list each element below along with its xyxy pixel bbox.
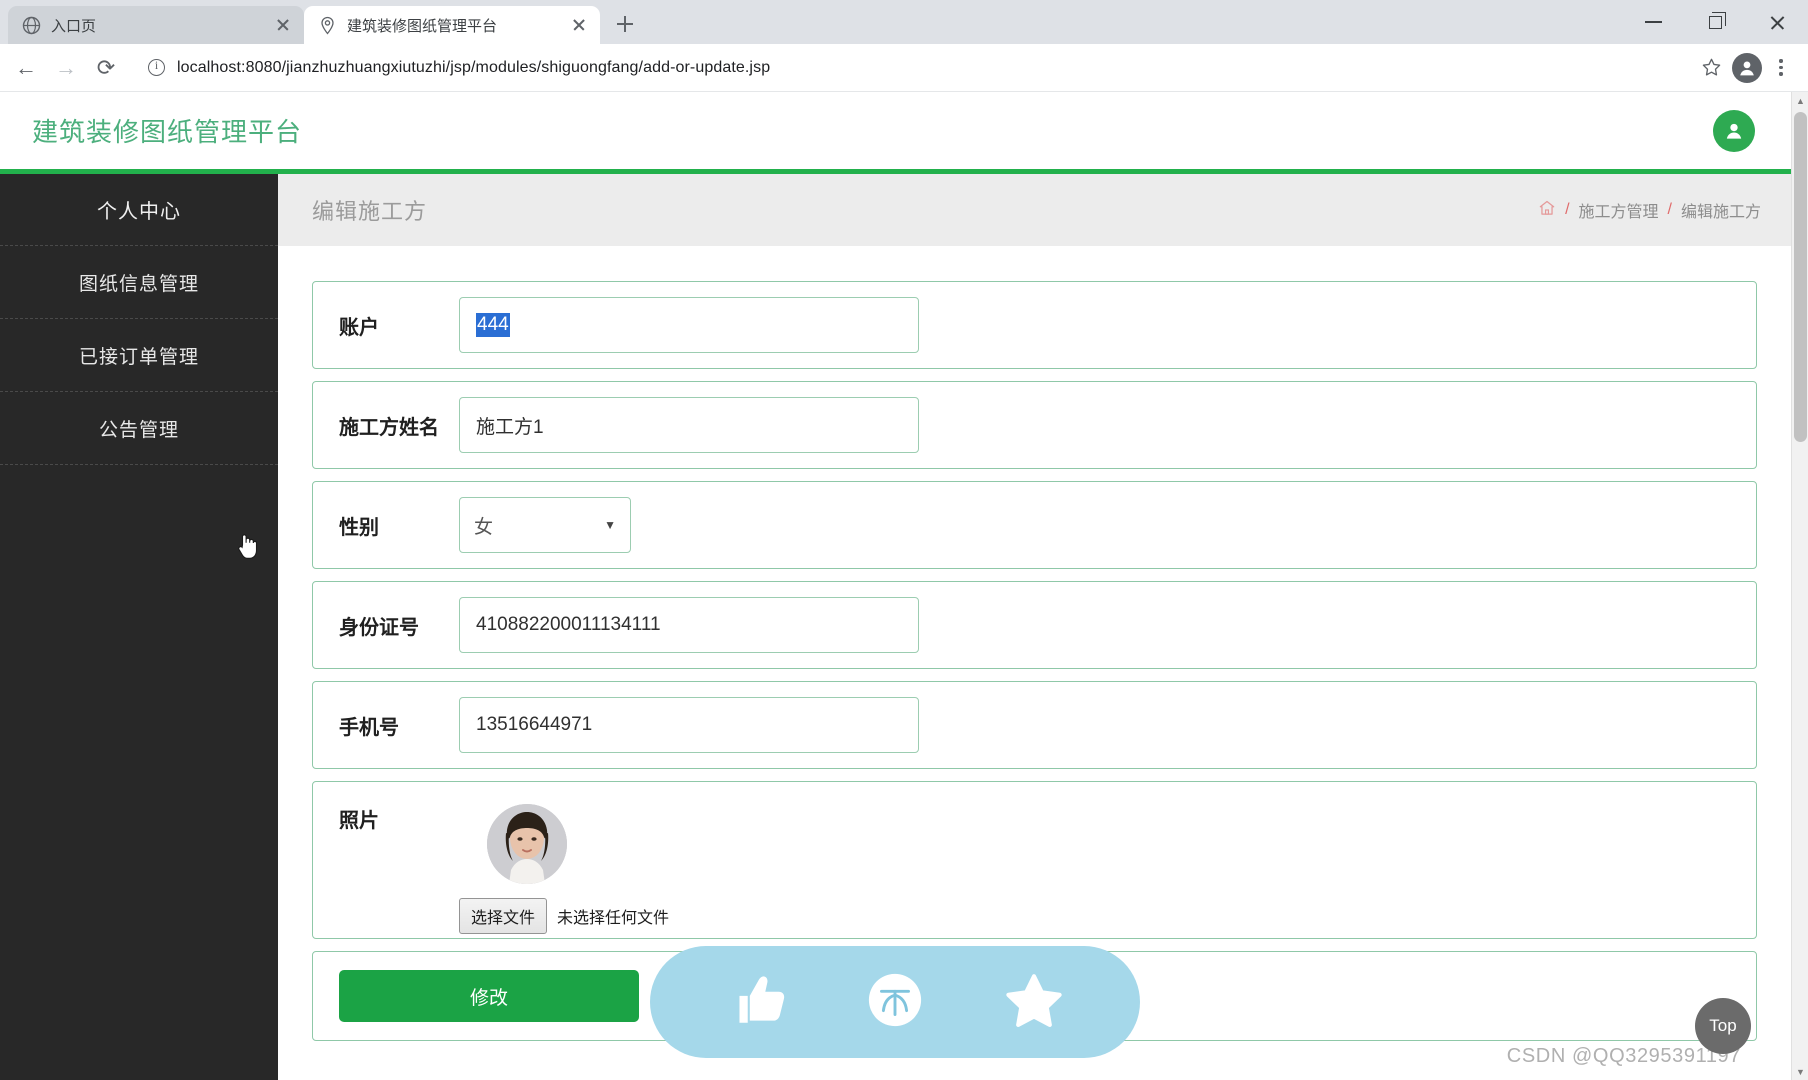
form-row-account: 账户 444: [312, 281, 1757, 369]
main-content: 编辑施工方 / 施工方管理 / 编辑施工方 账户 444 施工方姓名 施工方1 …: [278, 174, 1791, 1080]
sidebar-item-orders[interactable]: 已接订单管理: [0, 319, 278, 392]
account-input[interactable]: 444: [459, 297, 919, 353]
mouse-cursor-icon: [236, 532, 258, 560]
browser-menu-button[interactable]: [1766, 51, 1796, 85]
browser-tab-2[interactable]: 建筑装修图纸管理平台: [304, 6, 600, 44]
maximize-button[interactable]: [1684, 0, 1746, 44]
form-row-photo: 照片 选择文件 未选择任何文件: [312, 781, 1757, 939]
sidebar-item-drawings[interactable]: 图纸信息管理: [0, 246, 278, 319]
address-bar[interactable]: localhost:8080/jianzhuzhuangxiutuzhi/jsp…: [134, 50, 1684, 85]
reload-button[interactable]: ⟳: [88, 50, 124, 86]
sidebar: 个人中心 图纸信息管理 已接订单管理 公告管理: [0, 174, 278, 1080]
body-wrapper: 个人中心 图纸信息管理 已接订单管理 公告管理 编辑施工方 / 施工方管理 / …: [0, 174, 1791, 1080]
globe-icon: [22, 16, 41, 35]
window-controls: [1622, 0, 1808, 44]
star-icon[interactable]: [1003, 969, 1065, 1036]
url-text: localhost:8080/jianzhuzhuangxiutuzhi/jsp…: [177, 58, 771, 76]
thumbs-up-icon[interactable]: [725, 969, 787, 1036]
portrait-photo[interactable]: [487, 804, 567, 884]
scrollbar-thumb[interactable]: [1794, 112, 1807, 442]
page-viewport: 建筑装修图纸管理平台 个人中心 图纸信息管理 已接订单管理 公告管理 编辑施工方…: [0, 92, 1808, 1080]
file-status-text: 未选择任何文件: [557, 910, 670, 927]
scrollbar-down-arrow[interactable]: ▼: [1792, 1063, 1808, 1080]
toolbar-right: [1694, 51, 1800, 85]
page-scrollbar[interactable]: ▲ ▼: [1791, 92, 1808, 1080]
field-label-photo: 照片: [339, 810, 379, 832]
sidebar-item-label: 公告管理: [98, 419, 179, 441]
field-label-account: 账户: [339, 316, 379, 339]
scroll-to-top-button[interactable]: Top: [1695, 998, 1751, 1054]
profile-avatar[interactable]: [1732, 52, 1762, 83]
scrollbar-up-arrow[interactable]: ▲: [1792, 92, 1808, 109]
user-avatar-icon[interactable]: [1713, 109, 1755, 152]
id-number-input[interactable]: [459, 597, 919, 653]
tab-strip: 入口页 建筑装修图纸管理平台: [0, 0, 1808, 44]
submit-button[interactable]: 修改: [339, 970, 639, 1022]
chevron-down-icon: ▼: [604, 518, 616, 532]
field-label-gender: 性别: [339, 516, 379, 539]
tab-title: 入口页: [51, 17, 97, 35]
forward-button[interactable]: →: [48, 50, 84, 86]
photo-column: 选择文件 未选择任何文件: [459, 804, 669, 934]
field-label-name: 施工方姓名: [339, 416, 439, 439]
name-input[interactable]: [459, 397, 919, 453]
back-button[interactable]: ←: [8, 50, 44, 86]
crumb-bar: 编辑施工方 / 施工方管理 / 编辑施工方: [278, 174, 1791, 246]
minimize-button[interactable]: [1622, 0, 1684, 44]
close-icon[interactable]: [272, 14, 294, 36]
home-icon[interactable]: [1538, 199, 1556, 222]
field-label-id-number: 身份证号: [339, 616, 419, 639]
breadcrumb-separator: /: [1565, 201, 1570, 218]
sidebar-item-announcements[interactable]: 公告管理: [0, 392, 278, 465]
form-row-gender: 性别 女 ▼: [312, 481, 1757, 569]
browser-toolbar: ← → ⟳ localhost:8080/jianzhuzhuangxiutuz…: [0, 44, 1808, 92]
form-area: 账户 444 施工方姓名 性别: [278, 246, 1791, 1041]
gender-select-value: 女: [474, 516, 494, 538]
form-row-id-number: 身份证号: [312, 581, 1757, 669]
location-pin-icon: [318, 16, 337, 35]
breadcrumb: / 施工方管理 / 编辑施工方: [1538, 198, 1761, 222]
phone-input[interactable]: [459, 697, 919, 753]
sidebar-item-label: 已接订单管理: [78, 346, 199, 368]
form-row-name: 施工方姓名: [312, 381, 1757, 469]
close-window-button[interactable]: [1746, 0, 1808, 44]
csdn-floating-widget: [650, 946, 1140, 1058]
new-tab-button[interactable]: [608, 7, 642, 41]
page-title: 编辑施工方: [312, 199, 428, 224]
browser-window: 入口页 建筑装修图纸管理平台 ← → ⟳ localhost:808: [0, 0, 1808, 1080]
gender-select[interactable]: 女 ▼: [459, 497, 631, 553]
tab-title: 建筑装修图纸管理平台: [347, 17, 498, 35]
site-info-icon[interactable]: [148, 58, 165, 76]
site-header: 建筑装修图纸管理平台: [0, 92, 1791, 169]
browser-tab-1[interactable]: 入口页: [8, 6, 304, 44]
csdn-logo-icon[interactable]: [866, 971, 924, 1034]
sidebar-header[interactable]: 个人中心: [0, 174, 278, 246]
breadcrumb-separator: /: [1667, 201, 1672, 218]
field-label-phone: 手机号: [339, 716, 399, 739]
file-upload-row: 选择文件 未选择任何文件: [459, 898, 669, 934]
web-page: 建筑装修图纸管理平台 个人中心 图纸信息管理 已接订单管理 公告管理 编辑施工方…: [0, 92, 1791, 1080]
bookmark-star-icon[interactable]: [1694, 51, 1728, 85]
site-title: 建筑装修图纸管理平台: [32, 117, 303, 147]
choose-file-button[interactable]: 选择文件: [459, 898, 548, 934]
close-icon[interactable]: [568, 14, 590, 36]
sidebar-item-label: 图纸信息管理: [78, 273, 199, 295]
form-row-phone: 手机号: [312, 681, 1757, 769]
account-input-value: 444: [476, 313, 510, 337]
breadcrumb-item-current: 编辑施工方: [1680, 204, 1761, 221]
breadcrumb-item-contractor-mgmt[interactable]: 施工方管理: [1579, 198, 1659, 222]
